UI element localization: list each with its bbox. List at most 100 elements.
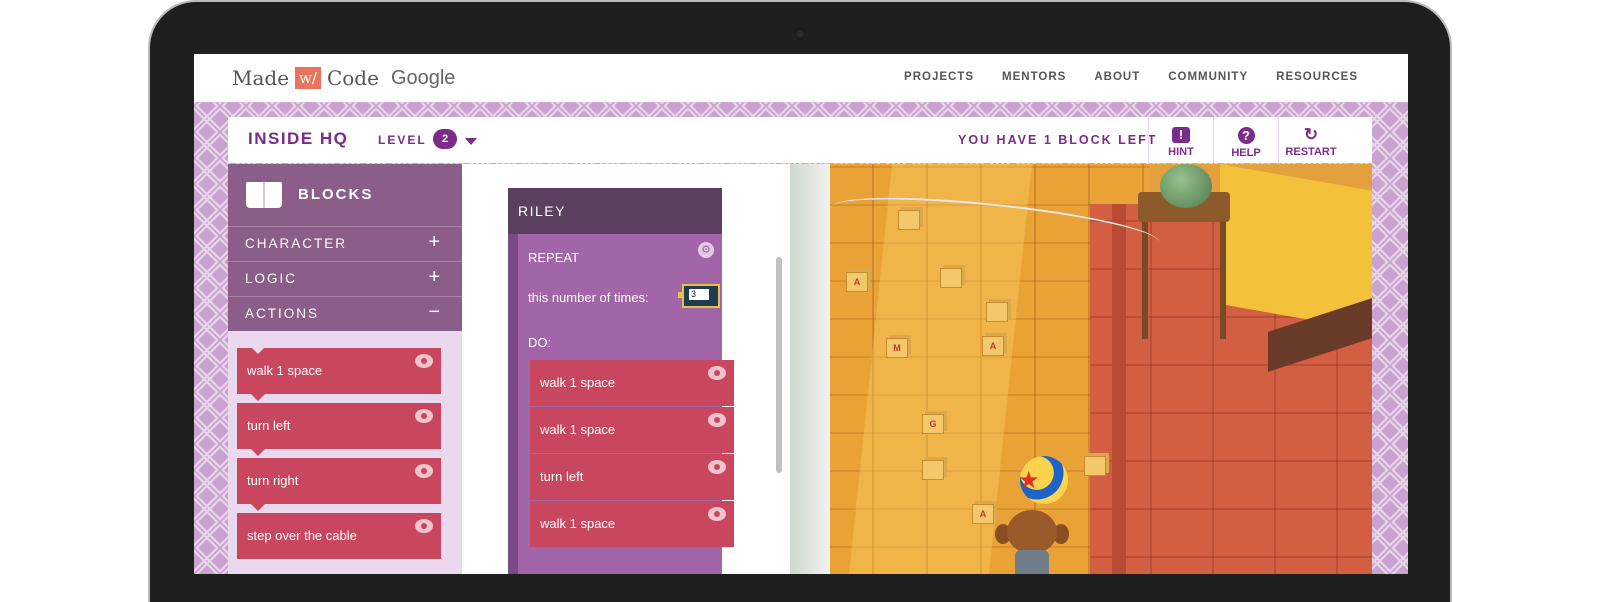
repeat-count-input[interactable]: 3 [678,284,720,308]
palette-block-turn-right[interactable]: turn right [237,458,441,511]
plus-icon[interactable]: + [428,231,442,254]
nav-resources[interactable]: RESOURCES [1276,71,1358,83]
restart-button[interactable]: ↻ RESTART [1278,117,1343,163]
workspace-block-turn-left[interactable]: turn left [530,454,734,500]
side-wall [790,164,830,574]
character-block-header: RILEY [508,188,722,234]
palette-block-step-over-cable[interactable]: step over the cable [237,513,441,559]
repeat-title: REPEAT [528,250,580,265]
category-character[interactable]: CHARACTER + [228,226,462,261]
game-title: INSIDE HQ [248,129,349,148]
toy-block: A [982,336,1004,356]
screen: Made w/ Code Google PROJECTS MENTORS ABO… [194,54,1408,574]
logo-code: Code [326,66,379,90]
toy-block [1084,456,1106,476]
eye-icon[interactable] [708,507,726,521]
toy-block: A [972,504,994,524]
block-label: walk 1 space [540,516,616,531]
toy-block-letter: A [989,341,997,351]
toy-block [922,460,944,480]
help-button[interactable]: ? HELP [1213,117,1278,163]
workspace-block-walk[interactable]: walk 1 space [530,360,734,406]
blocks-left-status: YOU HAVE 1 BLOCK LEFT [958,133,1158,147]
green-vase [1160,164,1212,208]
palette-block-turn-left[interactable]: turn left [237,403,441,456]
toy-block-letter: A [979,509,987,519]
category-label: ACTIONS [245,306,320,321]
toy-block-letter: A [853,277,861,287]
riley-head [1007,510,1057,554]
workspace-block-walk[interactable]: walk 1 space [530,501,734,547]
block-notch [251,347,265,354]
star-icon: ★ [1018,467,1040,494]
block-label: turn left [247,418,291,433]
block-label: walk 1 space [247,363,323,378]
camera-dot [795,29,805,39]
chevron-down-icon[interactable] [465,138,477,145]
repeat-do-label: DO: [528,335,552,350]
block-label: walk 1 space [540,375,616,390]
table-leg [1220,219,1226,339]
minus-icon[interactable]: − [428,301,442,324]
block-tab [251,449,265,456]
palette-title: BLOCKS [298,186,374,203]
block-label: turn left [540,469,584,484]
toy-block: A [846,272,868,292]
eye-icon[interactable] [708,366,726,380]
category-label: LOGIC [245,271,298,286]
hint-label: HINT [1168,146,1194,158]
logo-w: w/ [295,67,321,89]
help-label: HELP [1231,147,1261,159]
hint-button[interactable]: ! HINT [1148,117,1213,163]
level-badge[interactable]: 2 [433,129,457,149]
block-label: walk 1 space [540,422,616,437]
game-scene: A M A G A ★ [790,164,1372,574]
help-icon: ? [1237,127,1255,144]
toy-block [898,210,920,230]
nav-community[interactable]: COMMUNITY [1168,71,1248,83]
rug-edge [1112,204,1126,574]
category-actions[interactable]: ACTIONS − [228,296,462,331]
eye-icon[interactable] [708,460,726,474]
character-name: RILEY [518,203,566,219]
toy-block-letter: G [929,419,937,429]
nav-mentors[interactable]: MENTORS [1002,71,1066,83]
eye-icon[interactable] [415,519,433,533]
eye-icon[interactable] [415,409,433,423]
site-navbar: Made w/ Code Google PROJECTS MENTORS ABO… [194,54,1408,102]
level-label: LEVEL [378,133,427,147]
toy-block [940,268,962,288]
block-tab [251,504,265,511]
repeat-count-value[interactable]: 3 [689,289,709,300]
block-label: turn right [247,473,299,488]
category-logic[interactable]: LOGIC + [228,261,462,296]
blocks-palette: BLOCKS CHARACTER + LOGIC + ACTIONS − wal… [228,164,462,574]
made-with-code-logo[interactable]: Made w/ Code Google [232,66,455,90]
nav-projects[interactable]: PROJECTS [904,71,974,83]
gear-icon[interactable]: ⚙ [698,242,714,258]
toy-block [986,302,1008,322]
block-label: step over the cable [247,528,357,543]
nav-links: PROJECTS MENTORS ABOUT COMMUNITY RESOURC… [904,71,1358,83]
eye-icon[interactable] [415,354,433,368]
block-tab [251,394,265,401]
logo-google: Google [390,66,456,89]
palette-block-walk[interactable]: walk 1 space [237,347,441,401]
category-label: CHARACTER [245,236,348,251]
eye-icon[interactable] [708,413,726,427]
workspace-block-walk[interactable]: walk 1 space [530,407,734,453]
palette-header: BLOCKS [228,164,462,226]
restart-icon: ↻ [1303,125,1319,144]
toy-block: M [886,338,908,358]
nav-about[interactable]: ABOUT [1094,71,1140,83]
riley-character [995,510,1069,574]
hint-icon: ! [1172,127,1190,143]
workspace-scrollbar[interactable] [776,257,782,473]
restart-label: RESTART [1285,146,1337,158]
toy-block: G [922,414,944,434]
eye-icon[interactable] [415,464,433,478]
plus-icon[interactable]: + [428,266,442,289]
book-icon [246,182,282,208]
repeat-times-label: this number of times: [528,290,649,305]
toy-block-letter: M [893,343,901,353]
